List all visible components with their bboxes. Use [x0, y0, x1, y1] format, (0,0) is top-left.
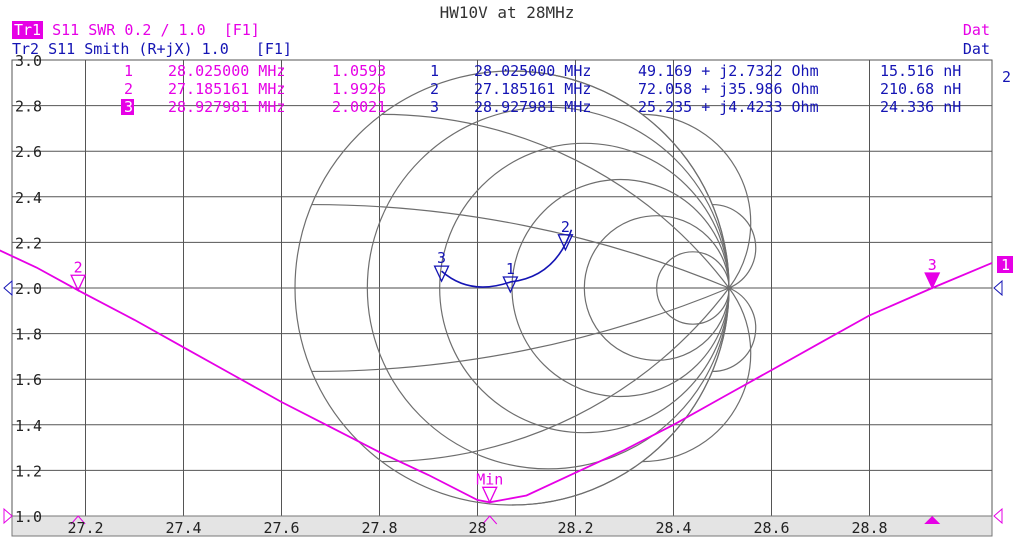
right-trace1-label: 1 — [1001, 256, 1010, 274]
y-tick-label: 1.6 — [15, 371, 42, 389]
smith-marker-label: 3 — [437, 249, 446, 267]
swr-marker-label: 2 — [74, 258, 83, 276]
smith-marker-label: 1 — [506, 260, 515, 278]
tr1-marker-num: 1 — [124, 62, 133, 80]
tr2-marker-num: 2 — [430, 80, 439, 98]
y-tick-label: 1.4 — [15, 417, 42, 435]
tr2-marker-impedance: 72.058 + j35.986 Ohm — [638, 80, 819, 98]
plot-labels: 3.0 2.8 2.6 2.4 2.2 2.0 1.8 1.6 1.4 1.2 1.0 27.2 27.… — [15, 52, 888, 537]
smith-marker-label: 2 — [561, 218, 570, 236]
tr2-marker-freq: 28.927981 MHz — [474, 98, 591, 116]
plot-traces — [0, 229, 993, 504]
swr-marker-label: 3 — [928, 256, 937, 274]
marker-table: 1 28.025000 MHz 1.0593 2 27.185161 MHz 1.9926… — [121, 62, 961, 116]
tr2-marker-impedance: 25.235 + j4.4233 Ohm — [638, 98, 819, 116]
tr2-marker-inductance: 15.516 nH — [880, 62, 961, 80]
tr1-marker-freq: 27.185161 MHz — [168, 80, 285, 98]
y-tick-label: 1.8 — [15, 326, 42, 344]
smith-marker-3 — [433, 265, 450, 283]
tr1-marker-num: 3 — [124, 98, 133, 116]
left-bottom-arrow — [3, 507, 13, 525]
tr1-marker-value: 2.0021 — [332, 98, 386, 116]
tr2-marker-inductance: 210.68 nH — [880, 80, 961, 98]
tr2-marker-num: 1 — [430, 62, 439, 80]
x-axis-band — [11, 515, 993, 537]
tr1-marker-value: 1.9926 — [332, 80, 386, 98]
y-tick-label: 3.0 — [15, 52, 42, 70]
tr2-marker-impedance: 49.169 + j2.7322 Ohm — [638, 62, 819, 80]
x-tick-label: 27.6 — [263, 519, 299, 537]
x-tick-label: 28.2 — [557, 519, 593, 537]
right-reference-arrow — [993, 279, 1003, 297]
right-trace2-label: 2 — [1002, 68, 1011, 86]
tr2-marker-freq: 28.025000 MHz — [474, 62, 591, 80]
x-tick-label: 27.4 — [165, 519, 201, 537]
tr2-marker-num: 3 — [430, 98, 439, 116]
tr2-marker-freq: 27.185161 MHz — [474, 80, 591, 98]
y-tick-label: 2.0 — [15, 280, 42, 298]
left-reference-arrow — [3, 279, 13, 297]
measurement-plot[interactable]: 2Min331221 3.02.82.62.42.22.01.81.61.41.… — [0, 0, 1014, 552]
x-tick-label: 28 — [468, 519, 486, 537]
tr1-marker-num: 2 — [124, 80, 133, 98]
y-tick-label: 1.0 — [15, 508, 42, 526]
tr2-marker-inductance: 24.336 nH — [880, 98, 961, 116]
y-tick-label: 2.8 — [15, 98, 42, 116]
swr-trace — [0, 249, 993, 504]
y-tick-label: 2.4 — [15, 189, 42, 207]
x-tick-label: 28.4 — [655, 519, 691, 537]
y-tick-label: 2.6 — [15, 143, 42, 161]
x-tick-label: 28.8 — [851, 519, 887, 537]
swr-marker-min — [481, 486, 498, 504]
tr1-marker-freq: 28.025000 MHz — [168, 62, 285, 80]
smith-chart — [294, 70, 757, 506]
y-tick-label: 2.2 — [15, 234, 42, 252]
smith-marker-1 — [502, 276, 519, 294]
x-tick-label: 27.2 — [67, 519, 103, 537]
plot-markers: 2 Min 3 3 1 2 2 1 — [3, 68, 1013, 525]
right-bottom-arrow — [993, 507, 1003, 525]
tr1-marker-value: 1.0593 — [332, 62, 386, 80]
y-tick-label: 1.2 — [15, 462, 42, 480]
swr-marker-label: Min — [476, 470, 503, 488]
x-tick-label: 28.6 — [753, 519, 789, 537]
tr1-marker-freq: 28.927981 MHz — [168, 98, 285, 116]
x-tick-label: 27.8 — [361, 519, 397, 537]
